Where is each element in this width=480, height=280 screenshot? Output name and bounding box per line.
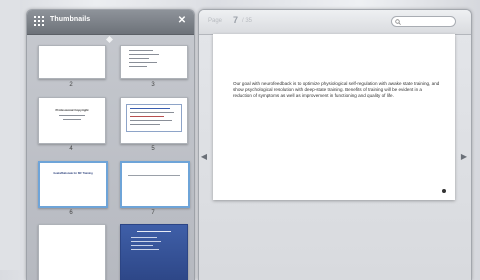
thumbnail-page-6[interactable]: Goals/Rationale for ISF Training [38,161,108,208]
mini-text-line [130,108,170,109]
mini-text-line [130,120,172,121]
document-viewer: Page 7 / 35 Our goal with neurofeedback … [198,9,472,280]
mini-text-line [137,231,171,232]
mini-text-line [131,245,153,246]
chevron-left-icon[interactable]: ◀ [200,152,208,162]
mini-text-line [59,115,85,116]
thumbnail-page-3[interactable] [120,45,188,79]
close-icon[interactable]: ✕ [177,15,187,26]
mini-text-line [130,116,164,117]
thumbnails-header: Thumbnails ✕ [27,10,194,35]
mini-text-line [131,241,161,242]
grid-icon[interactable] [34,16,44,26]
mini-text-line [129,50,153,51]
thumbnail-page-5[interactable] [120,97,188,144]
page-number[interactable]: 7 [233,15,238,25]
document-page: Our goal with neurofeedback is to optimi… [213,34,455,200]
mini-text-line [129,58,149,59]
mini-text-line [63,119,81,120]
thumbnail-page-9[interactable] [120,224,188,280]
page-marker [442,189,446,193]
mini-text-line [129,62,157,63]
mini-text-line [131,237,157,238]
thumbnail-number: 5 [151,146,155,152]
thumbnail-page-2[interactable] [38,45,106,79]
thumbnail-number: 4 [69,146,73,152]
left-edge [0,0,20,270]
mini-text-line [130,112,174,113]
thumbnail-number: 7 [151,210,155,216]
thumbnail-number: 3 [151,82,155,88]
thumbnail-heading: Goals/Rationale for ISF Training [53,172,93,175]
mini-text-line [129,66,147,67]
thumbnail-number: 2 [69,82,73,88]
chevron-right-icon[interactable]: ▶ [460,152,468,162]
thumbnail-page-8[interactable] [38,224,106,280]
thumbnail-number: 6 [69,210,73,216]
mini-text-line [131,249,159,250]
search-icon [395,19,401,25]
chevron-up-icon[interactable] [106,36,113,43]
mini-text-line [130,124,160,125]
thumbnails-panel: Thumbnails ✕ 2 3 Professional Copyright … [26,9,195,280]
viewer-toolbar: Page 7 / 35 [199,10,471,35]
thumbnail-page-7[interactable] [120,161,190,208]
thumbnail-page-4[interactable]: Professional Copyright [38,97,106,144]
thumbnails-title: Thumbnails [50,16,91,23]
page-label: Page [208,18,223,24]
thumbnail-heading: Professional Copyright [55,108,89,112]
mini-text-line [128,175,180,176]
page-body-text: Our goal with neurofeedback is to optimi… [233,81,440,98]
mini-text-line [129,54,159,55]
page-count: / 35 [242,18,253,24]
